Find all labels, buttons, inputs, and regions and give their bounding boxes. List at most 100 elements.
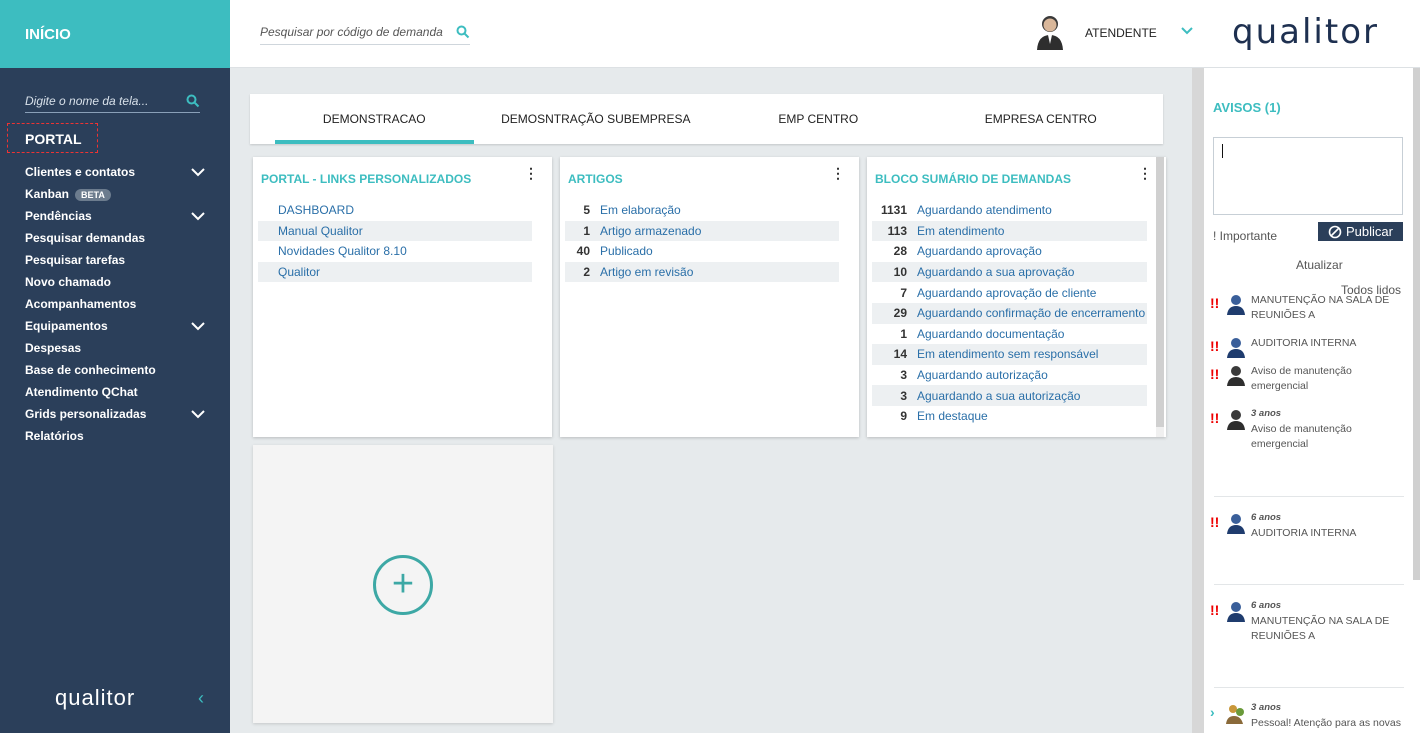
list-item[interactable]: 3 Aguardando autorização bbox=[872, 365, 1147, 386]
tab-emp-centro[interactable]: EMP CENTRO bbox=[718, 94, 918, 144]
sidebar-item-acompanhamentos[interactable]: Acompanhamentos bbox=[25, 293, 205, 315]
tab-demonstracao-subempresa[interactable]: DEMOSNTRAÇÃO SUBEMPRESA bbox=[474, 94, 719, 144]
sidebar-item-equipamentos[interactable]: Equipamentos bbox=[25, 315, 205, 337]
widget-scrollbar[interactable] bbox=[1156, 157, 1164, 437]
list-item[interactable]: 1 Artigo armazenado bbox=[565, 220, 839, 242]
sidebar-item-grids[interactable]: Grids personalizadas bbox=[25, 403, 205, 425]
chevron-down-icon[interactable] bbox=[191, 321, 205, 331]
item-label: Publicado bbox=[600, 244, 653, 259]
notice-text: Pessoal! Atenção para as novas bbox=[1251, 717, 1402, 729]
item-label: Em atendimento bbox=[917, 223, 1005, 238]
important-alert-icon: !! bbox=[1210, 514, 1220, 530]
item-count: 3 bbox=[900, 388, 907, 403]
aviso-textarea[interactable] bbox=[1213, 137, 1403, 215]
link-qualitor[interactable]: Qualitor bbox=[258, 261, 532, 283]
chevron-down-icon[interactable] bbox=[191, 409, 205, 419]
user-avatar-icon bbox=[1227, 514, 1245, 534]
chevron-down-icon[interactable] bbox=[191, 211, 205, 221]
links-list: DASHBOARD Manual Qualitor Novidades Qual… bbox=[258, 200, 532, 283]
home-link[interactable]: INÍCIO bbox=[0, 0, 230, 68]
sidebar-item-atendimento-qchat[interactable]: Atendimento QChat bbox=[25, 381, 205, 403]
user-name[interactable]: ATENDENTE bbox=[1085, 26, 1157, 40]
notice-text: MANUTENÇÃO NA SALA DE REUNIÕES A bbox=[1251, 615, 1390, 642]
demand-search-field[interactable]: Pesquisar por código de demanda bbox=[260, 20, 470, 45]
collapse-chevron-left-icon[interactable]: ‹ bbox=[198, 688, 204, 709]
list-item[interactable]: 10 Aguardando a sua aprovação bbox=[872, 261, 1147, 283]
list-item[interactable]: 29 Aguardando confirmação de encerramento bbox=[872, 302, 1147, 324]
list-item[interactable]: 5 Em elaboração bbox=[565, 200, 839, 221]
divider bbox=[1214, 496, 1404, 497]
update-link[interactable]: Atualizar bbox=[1296, 258, 1343, 272]
more-options-icon[interactable]: ⋮ bbox=[524, 165, 538, 182]
more-options-icon[interactable]: ⋮ bbox=[1138, 165, 1152, 182]
list-item[interactable]: 40 Publicado bbox=[565, 241, 839, 262]
sidebar-item-label: Grids personalizadas bbox=[25, 407, 147, 421]
important-alert-icon: !! bbox=[1210, 295, 1220, 311]
important-toggle[interactable]: ! Importante bbox=[1213, 229, 1277, 243]
sidebar-item-despesas[interactable]: Despesas bbox=[25, 337, 205, 359]
list-item[interactable]: 9 Em destaque bbox=[872, 406, 1147, 427]
item-label: Aguardando documentação bbox=[917, 326, 1065, 341]
list-item[interactable]: 28 Aguardando aprovação bbox=[872, 241, 1147, 262]
sidebar-item-novo-chamado[interactable]: Novo chamado bbox=[25, 271, 205, 293]
notice-time: 6 anos bbox=[1251, 600, 1282, 611]
main-scrollbar[interactable] bbox=[1192, 68, 1204, 733]
sidebar-item-pendencias[interactable]: Pendências bbox=[25, 205, 205, 227]
notice-item[interactable]: !! 6 anos MANUTENÇÃO NA SALA DE REUNIÕES… bbox=[1210, 600, 1410, 645]
item-count: 2 bbox=[583, 265, 590, 280]
sidebar-item-label: Pesquisar tarefas bbox=[25, 253, 126, 267]
sidebar-item-relatorios[interactable]: Relatórios bbox=[25, 425, 205, 447]
notice-item[interactable]: !! AUDITORIA INTERNA bbox=[1210, 336, 1410, 361]
important-alert-icon: !! bbox=[1210, 338, 1220, 354]
notice-item[interactable]: !! 6 anos AUDITORIA INTERNA bbox=[1210, 512, 1410, 542]
avisos-title: AVISOS (1) bbox=[1213, 100, 1281, 115]
sidebar-item-base-conhecimento[interactable]: Base de conhecimento bbox=[25, 359, 205, 381]
link-dashboard[interactable]: DASHBOARD bbox=[258, 200, 532, 221]
search-icon[interactable] bbox=[186, 94, 200, 108]
list-item[interactable]: 1 Aguardando documentação bbox=[872, 324, 1147, 345]
item-label: Aguardando atendimento bbox=[917, 203, 1052, 218]
publish-button[interactable]: Publicar bbox=[1318, 222, 1403, 241]
list-item[interactable]: 113 Em atendimento bbox=[872, 220, 1147, 242]
sidebar-logo: qualitor bbox=[55, 685, 136, 710]
sidebar-item-label: Acompanhamentos bbox=[25, 297, 137, 311]
tab-demonstracao[interactable]: DEMONSTRACAO bbox=[275, 94, 474, 144]
add-widget-area[interactable]: + bbox=[253, 445, 553, 723]
chevron-down-icon[interactable] bbox=[191, 167, 205, 177]
notice-item[interactable]: !! MANUTENÇÃO NA SALA DE REUNIÕES A bbox=[1210, 293, 1410, 325]
notice-text: AUDITORIA INTERNA bbox=[1251, 527, 1357, 539]
search-icon[interactable] bbox=[456, 25, 470, 39]
screen-search-field[interactable]: Digite o nome da tela... bbox=[25, 90, 200, 113]
list-item[interactable]: 14 Em atendimento sem responsável bbox=[872, 344, 1147, 365]
tab-empresa-centro[interactable]: EMPRESA CENTRO bbox=[919, 94, 1164, 144]
list-item[interactable]: 2 Artigo em revisão bbox=[565, 261, 839, 283]
link-manual[interactable]: Manual Qualitor bbox=[258, 220, 532, 242]
notice-item[interactable]: !! 3 anos Aviso de manutenção emergencia… bbox=[1210, 408, 1410, 453]
item-count: 7 bbox=[900, 285, 907, 300]
item-count: 29 bbox=[893, 306, 907, 321]
list-item[interactable]: 3 Aguardando a sua autorização bbox=[872, 385, 1147, 406]
link-novidades[interactable]: Novidades Qualitor 8.10 bbox=[258, 241, 532, 262]
list-item[interactable]: 1131 Aguardando atendimento bbox=[872, 200, 1147, 221]
user-avatar-icon[interactable] bbox=[1036, 14, 1064, 50]
more-options-icon[interactable]: ⋮ bbox=[831, 165, 845, 182]
chevron-right-icon[interactable]: › bbox=[1210, 704, 1215, 720]
sidebar-item-pesquisar-demandas[interactable]: Pesquisar demandas bbox=[25, 227, 205, 249]
item-count: 5 bbox=[583, 203, 590, 218]
item-label: Artigo armazenado bbox=[600, 223, 702, 238]
widget-title: PORTAL - LINKS PERSONALIZADOS bbox=[261, 172, 472, 186]
beta-badge: BETA bbox=[75, 189, 111, 201]
notice-time: 3 anos bbox=[1251, 408, 1282, 419]
notice-item[interactable]: › 3 anos Pessoal! Atenção para as novas bbox=[1210, 702, 1410, 733]
sidebar-item-kanban[interactable]: Kanban BETA bbox=[25, 183, 205, 205]
list-item[interactable]: 7 Aguardando aprovação de cliente bbox=[872, 282, 1147, 303]
important-alert-icon: !! bbox=[1210, 366, 1220, 382]
sidebar-item-clientes[interactable]: Clientes e contatos bbox=[25, 161, 205, 183]
current-page-portal[interactable]: PORTAL bbox=[7, 123, 98, 153]
item-label: Em atendimento sem responsável bbox=[917, 347, 1099, 362]
avisos-scrollbar[interactable] bbox=[1413, 68, 1420, 580]
add-plus-icon[interactable]: + bbox=[373, 555, 433, 615]
chevron-down-icon[interactable] bbox=[1180, 24, 1194, 38]
notice-item[interactable]: !! Aviso de manutenção emergencial bbox=[1210, 364, 1410, 396]
sidebar-item-pesquisar-tarefas[interactable]: Pesquisar tarefas bbox=[25, 249, 205, 271]
